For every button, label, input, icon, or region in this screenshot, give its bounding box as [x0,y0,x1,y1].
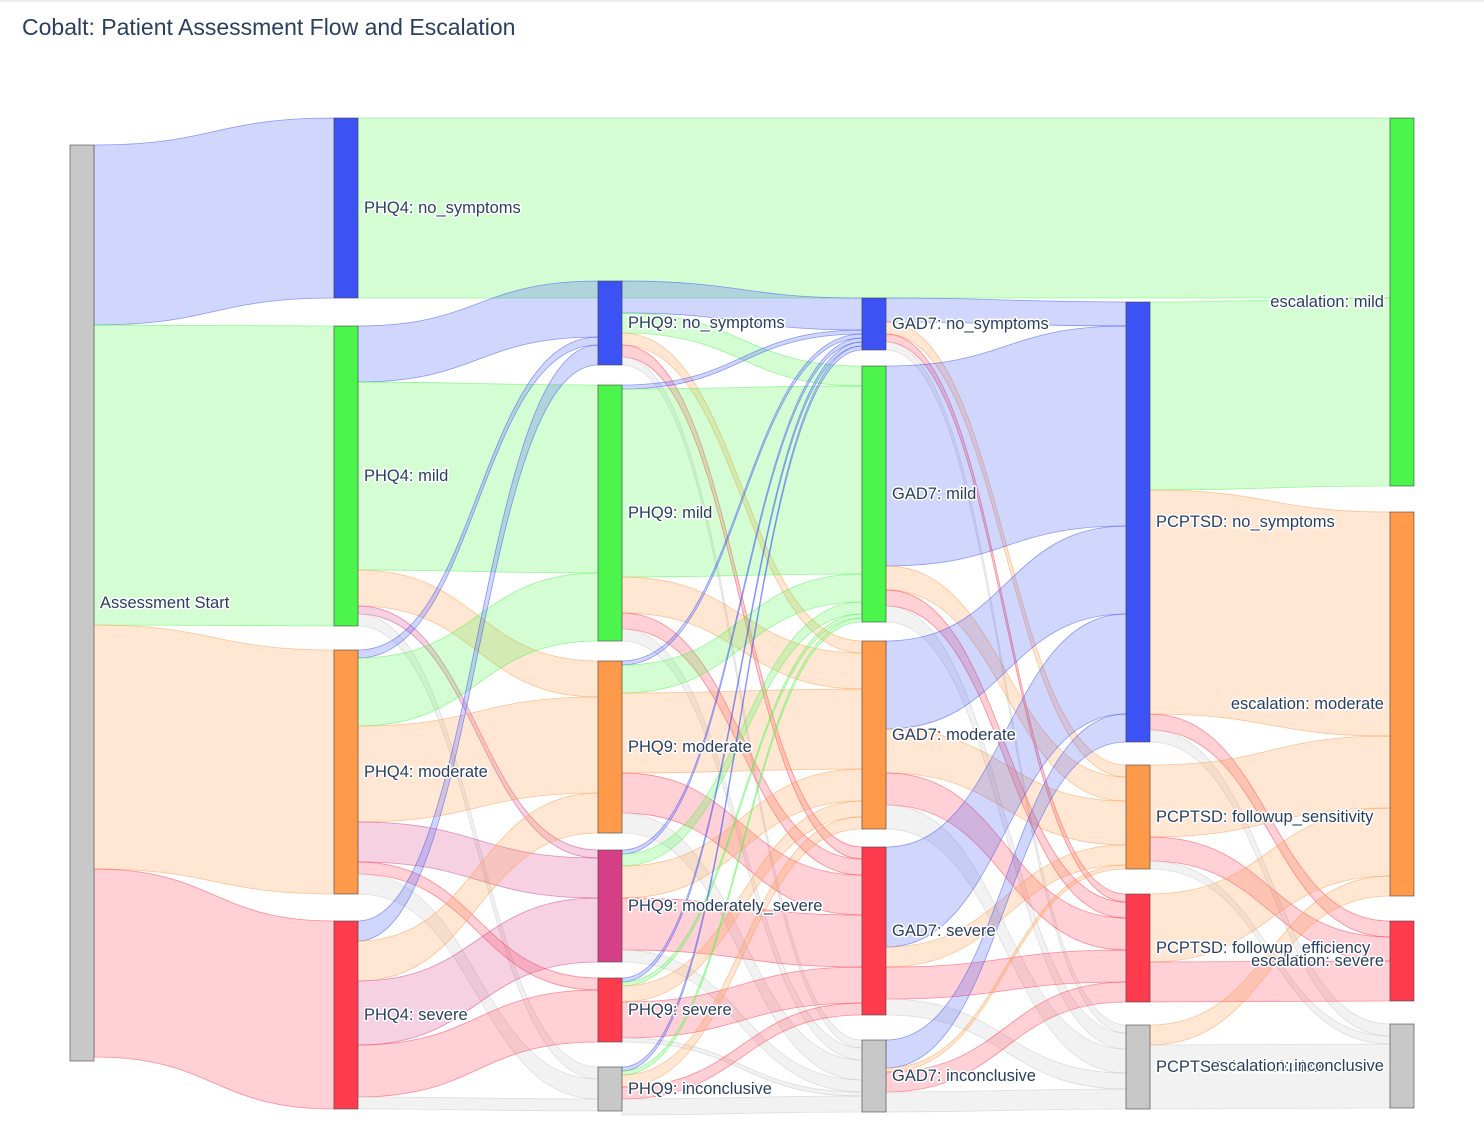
sankey-node-label-phq9_sev: PHQ9: severe [628,1001,732,1019]
sankey-link-pc_none-esc_mild[interactable] [1149,297,1391,491]
sankey-link-pc_inc-esc_inc[interactable] [1149,1043,1391,1110]
sankey-node-label-phq9_mild: PHQ9: mild [628,504,712,522]
sankey-node-label-gad7_inc: GAD7: inconclusive [892,1067,1036,1085]
sankey-node-esc_sev[interactable] [1389,920,1415,1002]
sankey-node-pc_inc[interactable] [1125,1024,1151,1110]
sankey-node-esc_inc[interactable] [1389,1023,1415,1109]
sankey-node-phq4_none[interactable] [333,117,359,299]
sankey-link-start-phq4_sev[interactable] [93,868,335,1110]
sankey-node-label-gad7_mod: GAD7: moderate [892,726,1016,744]
sankey-node-label-esc_mod: escalation: moderate [1231,695,1384,713]
sankey-node-pc_none[interactable] [1125,301,1151,743]
sankey-node-label-gad7_none: GAD7: no_symptoms [892,315,1049,333]
sankey-node-label-phq4_sev: PHQ4: severe [364,1006,468,1024]
sankey-node-gad7_none[interactable] [861,297,887,351]
sankey-node-esc_mod[interactable] [1389,511,1415,897]
sankey-node-phq9_mod[interactable] [597,660,623,834]
sankey-node-esc_mild[interactable] [1389,117,1415,487]
sankey-link-phq9_inc-gad7_inc[interactable] [621,1095,863,1116]
sankey-node-label-pc_fsens: PCPTSD: followup_sensitivity [1156,808,1374,826]
sankey-link-phq9_mild-gad7_mild[interactable] [621,385,863,578]
sankey-node-phq9_inc[interactable] [597,1066,623,1112]
sankey-node-gad7_mild[interactable] [861,365,887,623]
sankey-node-pc_fsens[interactable] [1125,764,1151,870]
sankey-link-start-phq4_mild[interactable] [93,324,335,627]
sankey-node-label-gad7_mild: GAD7: mild [892,485,976,503]
sankey-node-label-pc_none: PCPTSD: no_symptoms [1156,513,1335,531]
sankey-node-label-gad7_sev: GAD7: severe [892,922,996,940]
sankey-node-label-phq4_mod: PHQ4: moderate [364,763,488,781]
sankey-node-label-esc_inc: escalation: inconclusive [1211,1057,1384,1075]
sankey-node-gad7_sev[interactable] [861,846,887,1016]
sankey-node-label-phq9_mod: PHQ9: moderate [628,738,752,756]
sankey-node-label-phq9_inc: PHQ9: inconclusive [628,1080,772,1098]
sankey-node-label-esc_mild: escalation: mild [1270,293,1384,311]
sankey-node-label-phq4_none: PHQ4: no_symptoms [364,199,521,217]
sankey-node-phq9_none[interactable] [597,280,623,366]
sankey-node-phq4_mild[interactable] [333,325,359,627]
sankey-link-gad7_inc-pc_inc[interactable] [885,1088,1127,1113]
sankey-link-phq4_sev-phq9_inc[interactable] [357,1096,599,1112]
sankey-node-gad7_inc[interactable] [861,1039,887,1113]
sankey-node-label-phq4_mild: PHQ4: mild [364,467,448,485]
sankey-link-start-phq4_mod[interactable] [93,624,335,895]
sankey-node-label-phq9_msev: PHQ9: moderately_severe [628,897,822,915]
sankey-node-label-phq9_none: PHQ9: no_symptoms [628,314,785,332]
sankey-diagram: Assessment Start PHQ4: no_symptoms PHQ4: m… [69,117,1415,1116]
sankey-node-phq9_msev[interactable] [597,849,623,963]
sankey-node-pc_feff[interactable] [1125,893,1151,1003]
sankey-node-start[interactable] [69,144,95,1062]
sankey-node-phq9_sev[interactable] [597,977,623,1043]
sankey-node-phq4_sev[interactable] [333,920,359,1110]
sankey-node-gad7_mod[interactable] [861,640,887,830]
sankey-node-label-start: Assessment Start [100,594,230,612]
sankey-link-start-phq4_none[interactable] [93,117,335,326]
sankey-node-phq4_mod[interactable] [333,649,359,895]
sankey-links [93,117,1391,1116]
sankey-node-phq9_mild[interactable] [597,384,623,642]
sankey-node-label-esc_sev: escalation: severe [1251,952,1384,970]
